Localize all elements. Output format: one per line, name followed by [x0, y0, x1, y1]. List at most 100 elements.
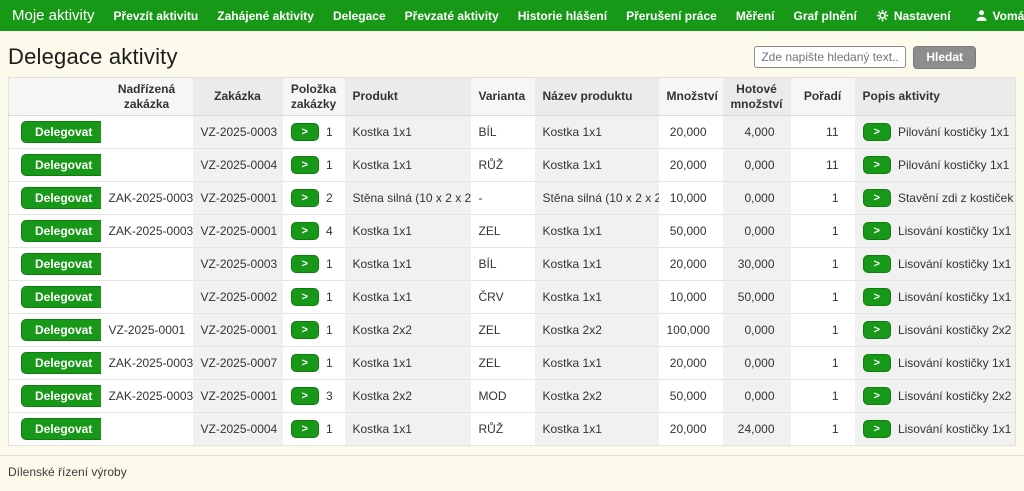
activity-desc-label: Pilování kostičky 1x1: [898, 125, 1009, 139]
delegate-button[interactable]: Delegovat: [21, 385, 101, 407]
header-product: Produkt: [345, 78, 471, 116]
header-empty: [9, 78, 101, 116]
activity-desc-label: Lisování kostičky 1x1: [898, 290, 1011, 304]
delegate-button[interactable]: Delegovat: [21, 319, 101, 341]
activity-detail-button[interactable]: >: [863, 321, 891, 339]
order-item-detail-button[interactable]: >: [291, 288, 319, 306]
table-row: Delegovat ZAK-2025-00033 VZ-2025-0007 > …: [9, 347, 1016, 380]
order-item-detail-button[interactable]: >: [291, 123, 319, 141]
search-input[interactable]: [754, 46, 906, 68]
order-item-cell: > 1: [283, 413, 345, 446]
user-label: Vomáčka Jarmil: [993, 9, 1024, 23]
product-cell: Kostka 2x2: [345, 314, 471, 347]
activity-desc-cell: > Pilování kostičky 1x1: [855, 116, 1016, 149]
quantity-cell: 20,000: [659, 347, 723, 380]
activity-desc-label: Lisování kostičky 1x1: [898, 224, 1011, 238]
quantity-cell: 20,000: [659, 116, 723, 149]
order-item-cell: > 1: [283, 281, 345, 314]
delegate-button[interactable]: Delegovat: [21, 220, 101, 242]
order-item-detail-button[interactable]: >: [291, 420, 319, 438]
parent-order-cell: [101, 413, 193, 446]
activity-desc-label: Lisování kostičky 2x2: [898, 389, 1011, 403]
activity-desc-cell: > Lisování kostičky 1x1: [855, 347, 1016, 380]
order-item-detail-button[interactable]: >: [291, 222, 319, 240]
activity-desc-label: Lisování kostičky 1x1: [898, 422, 1011, 436]
activity-detail-button[interactable]: >: [863, 189, 891, 207]
delegate-cell: Delegovat: [9, 215, 101, 248]
nav-item-prevzit-aktivitu[interactable]: Převzít aktivitu: [114, 9, 199, 23]
activity-detail-button[interactable]: >: [863, 255, 891, 273]
parent-order-cell: VZ-2025-0001: [101, 314, 193, 347]
activity-detail-button[interactable]: >: [863, 123, 891, 141]
nav-item-preruseni-prace[interactable]: Přerušení práce: [626, 9, 717, 23]
product-cell: Kostka 1x1: [345, 149, 471, 182]
table-row: Delegovat VZ-2025-0003 > 1 Kostka 1x1 BÍ…: [9, 248, 1016, 281]
activity-detail-button[interactable]: >: [863, 354, 891, 372]
sequence-cell: 11: [791, 149, 855, 182]
table-row: Delegovat VZ-2025-0004 > 1 Kostka 1x1 RŮ…: [9, 413, 1016, 446]
order-item-detail-button[interactable]: >: [291, 354, 319, 372]
activity-detail-button[interactable]: >: [863, 288, 891, 306]
order-item-number: 1: [326, 422, 333, 436]
table-row: Delegovat ZAK-2025-00032 VZ-2025-0001 > …: [9, 380, 1016, 413]
delegate-button[interactable]: Delegovat: [21, 253, 101, 275]
delegate-button[interactable]: Delegovat: [21, 286, 101, 308]
delegate-button[interactable]: Delegovat: [21, 154, 101, 176]
product-cell: Kostka 2x2: [345, 380, 471, 413]
product-name-cell: Kostka 1x1: [535, 248, 659, 281]
product-cell: Kostka 1x1: [345, 248, 471, 281]
quantity-cell: 10,000: [659, 182, 723, 215]
activity-detail-button[interactable]: >: [863, 156, 891, 174]
nav-brand-moje-aktivity[interactable]: Moje aktivity: [12, 7, 95, 24]
table-row: Delegovat ZAK-2025-00032 VZ-2025-0001 > …: [9, 182, 1016, 215]
order-cell: VZ-2025-0001: [193, 314, 283, 347]
table-row: Delegovat VZ-2025-0001 VZ-2025-0001 > 1 …: [9, 314, 1016, 347]
delegate-button[interactable]: Delegovat: [21, 352, 101, 374]
activity-detail-button[interactable]: >: [863, 222, 891, 240]
activity-detail-button[interactable]: >: [863, 420, 891, 438]
quantity-cell: 20,000: [659, 413, 723, 446]
order-cell: VZ-2025-0007: [193, 347, 283, 380]
nav-item-prevzate-aktivity[interactable]: Převzaté aktivity: [405, 9, 499, 23]
delegate-button[interactable]: Delegovat: [21, 121, 101, 143]
nav-item-graf-plneni[interactable]: Graf plnění: [794, 9, 857, 23]
sequence-cell: 1: [791, 281, 855, 314]
app-footer: Dílenské řízení výroby: [0, 455, 1024, 479]
nav-item-historie-hlaseni[interactable]: Historie hlášení: [518, 9, 607, 23]
activity-desc-cell: > Pilování kostičky 1x1: [855, 149, 1016, 182]
order-item-detail-button[interactable]: >: [291, 189, 319, 207]
order-item-detail-button[interactable]: >: [291, 321, 319, 339]
sequence-cell: 1: [791, 413, 855, 446]
nav-item-mereni[interactable]: Měření: [736, 9, 775, 23]
quantity-cell: 50,000: [659, 215, 723, 248]
nav-item-user[interactable]: Vomáčka Jarmil: [975, 9, 1024, 23]
variant-cell: RŮŽ: [471, 413, 535, 446]
activity-desc-label: Lisování kostičky 1x1: [898, 356, 1011, 370]
activities-table: Nadřízená zakázka Zakázka Položka zakázk…: [8, 77, 1016, 446]
product-name-cell: Kostka 1x1: [535, 281, 659, 314]
sequence-cell: 11: [791, 116, 855, 149]
done-quantity-cell: 50,000: [723, 281, 791, 314]
activity-desc-label: Lisování kostičky 1x1: [898, 257, 1011, 271]
order-item-detail-button[interactable]: >: [291, 156, 319, 174]
activity-desc-cell: > Lisování kostičky 1x1: [855, 248, 1016, 281]
header-order: Zakázka: [193, 78, 283, 116]
table-header-row: Nadřízená zakázka Zakázka Položka zakázk…: [9, 78, 1016, 116]
header-variant: Varianta: [471, 78, 535, 116]
order-item-number: 3: [326, 389, 333, 403]
order-item-detail-button[interactable]: >: [291, 387, 319, 405]
delegate-button[interactable]: Delegovat: [21, 187, 101, 209]
search-button[interactable]: Hledat: [913, 46, 976, 69]
order-item-detail-button[interactable]: >: [291, 255, 319, 273]
activity-detail-button[interactable]: >: [863, 387, 891, 405]
sequence-cell: 1: [791, 182, 855, 215]
order-cell: VZ-2025-0002: [193, 281, 283, 314]
parent-order-cell: [101, 149, 193, 182]
page-header: Delegace aktivity Hledat: [0, 31, 1024, 77]
delegate-cell: Delegovat: [9, 380, 101, 413]
nav-item-settings[interactable]: Nastavení: [876, 9, 951, 23]
delegate-button[interactable]: Delegovat: [21, 418, 101, 440]
done-quantity-cell: 0,000: [723, 314, 791, 347]
nav-item-delegace[interactable]: Delegace: [333, 9, 386, 23]
nav-item-zahajene-aktivity[interactable]: Zahájené aktivity: [217, 9, 314, 23]
